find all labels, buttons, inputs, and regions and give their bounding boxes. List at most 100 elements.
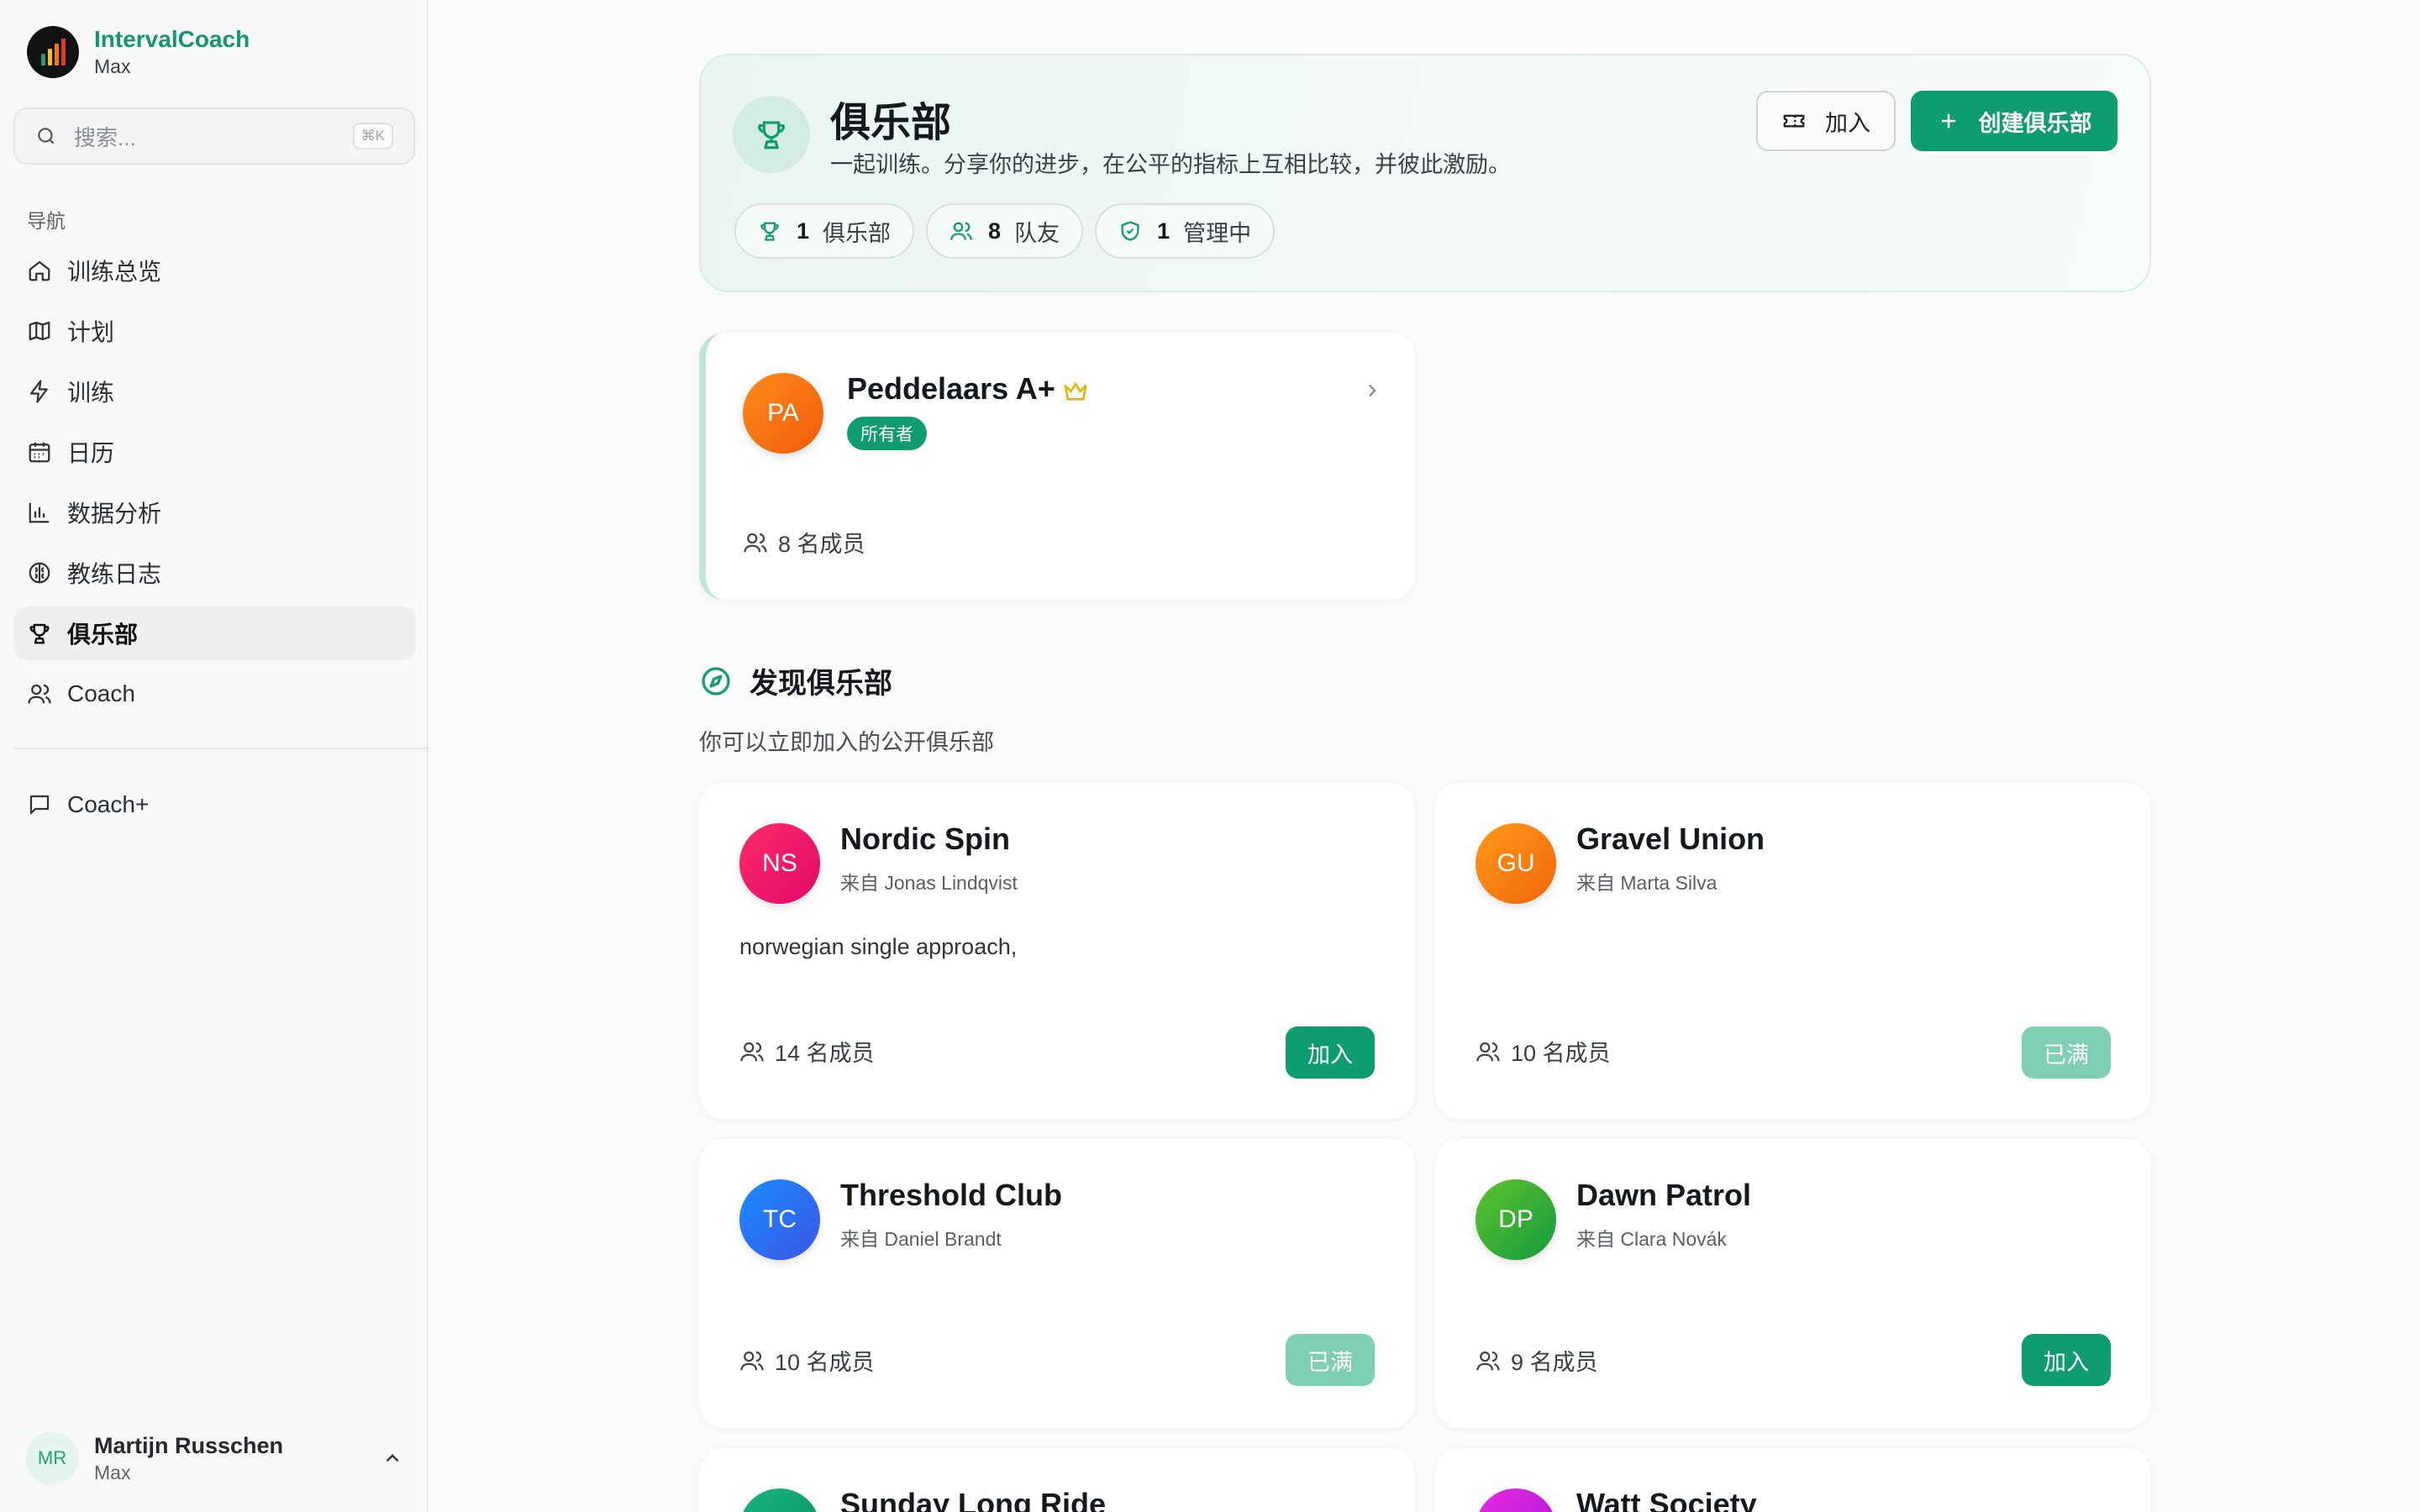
users-icon [1476, 1042, 1500, 1061]
page-title: 俱乐部 [830, 101, 952, 145]
my-club-card[interactable]: PA Peddelaars A+ 所有者 8 名成员 [699, 333, 1415, 600]
stats-row: 1 俱乐部 8 队友 1 管理中 [734, 203, 1276, 259]
member-count: 10 名成员 [1476, 1035, 1611, 1068]
sidebar-item-coach-plus[interactable]: Coach+ [13, 778, 415, 832]
stat-managing: 1 管理中 [1095, 203, 1276, 259]
users-icon [28, 684, 51, 704]
member-count: 10 名成员 [739, 1344, 875, 1377]
sidebar-item-coach[interactable]: Coach [13, 667, 415, 721]
section-title: 发现俱乐部 [750, 668, 892, 700]
compass-icon [702, 666, 730, 696]
stat-value: 8 [988, 218, 1002, 244]
stat-teammates: 8 队友 [926, 203, 1084, 259]
stat-clubs: 1 俱乐部 [734, 203, 915, 259]
club-name: Sunday Long Ride [840, 1487, 1107, 1512]
club-owner: 来自 Marta Silva [1576, 872, 1718, 894]
club-card[interactable]: TC Threshold Club 来自 Daniel Brandt 10 名成… [699, 1139, 1415, 1428]
stat-label: 队友 [1014, 220, 1060, 246]
trophy-icon [760, 222, 779, 241]
calendar-icon [29, 442, 50, 463]
sidebar-item-calendar[interactable]: 日历 [13, 425, 415, 479]
club-card[interactable]: GU Gravel Union 来自 Marta Silva 10 名成员 已满 [1435, 783, 2151, 1119]
sidebar-item-overview[interactable]: 训练总览 [13, 244, 415, 297]
section-subtitle: 你可以立即加入的公开俱乐部 [699, 730, 994, 755]
club-card[interactable]: NS Nordic Spin 来自 Jonas Lindqvist norweg… [699, 783, 1415, 1119]
member-count-label: 10 名成员 [1511, 1041, 1611, 1066]
join-label: 加入 [1825, 110, 1870, 136]
search-icon [38, 128, 55, 144]
bolt-icon [29, 380, 48, 403]
club-avatar: NS [739, 823, 820, 904]
sidebar-item-analytics[interactable]: 数据分析 [13, 486, 415, 539]
users-icon [744, 533, 767, 552]
users-icon [1476, 1351, 1500, 1370]
club-card[interactable]: DP Dawn Patrol 来自 Clara Novák 9 名成员 加入 [1435, 1139, 2151, 1428]
chevron-right-icon [1368, 384, 1376, 397]
member-count: 14 名成员 [739, 1035, 875, 1068]
user-plan: Max [94, 1462, 131, 1483]
member-count-label: 8 名成员 [778, 532, 865, 557]
club-description: norwegian single approach, [739, 934, 1018, 959]
join-button[interactable]: 加入 [1286, 1026, 1375, 1079]
search-shortcut: ⌘K [352, 123, 393, 150]
shield-icon [1121, 221, 1139, 241]
brand[interactable]: IntervalCoach Max [27, 25, 250, 79]
club-avatar: GU [1476, 823, 1556, 904]
trophy-icon [29, 623, 50, 644]
sidebar-item-label: 教练日志 [67, 561, 162, 587]
stat-value: 1 [1157, 218, 1171, 244]
stat-label: 俱乐部 [823, 220, 892, 246]
users-icon [950, 222, 972, 240]
sidebar-item-plan[interactable]: 计划 [13, 304, 415, 358]
create-club-button[interactable]: 创建俱乐部 [1911, 91, 2118, 151]
club-avatar: TC [739, 1179, 820, 1260]
brain-icon [29, 562, 50, 584]
sidebar-item-label: Coach+ [67, 791, 150, 817]
ticket-icon [1783, 114, 1805, 128]
app-name: IntervalCoach [94, 26, 250, 52]
home-icon [29, 260, 50, 281]
trophy-icon [733, 96, 810, 173]
full-button[interactable]: 已满 [1286, 1334, 1375, 1386]
create-label: 创建俱乐部 [1978, 110, 2092, 136]
club-name: Peddelaars A+ [847, 371, 1055, 406]
search-placeholder: 搜索... [74, 124, 136, 150]
club-card[interactable]: Sunday Long Ride [699, 1448, 1415, 1512]
sidebar-item-label: Coach [67, 680, 135, 706]
stat-label: 管理中 [1183, 220, 1252, 246]
member-count-label: 10 名成员 [775, 1350, 875, 1375]
discover-heading: 发现俱乐部 [699, 660, 892, 701]
club-avatar [739, 1488, 820, 1512]
club-avatar [1476, 1488, 1556, 1512]
nav-title: 导航 [27, 210, 66, 232]
join-button[interactable]: 加入 [2022, 1334, 2111, 1386]
sidebar-item-workouts[interactable]: 训练 [13, 365, 415, 418]
club-owner: 来自 Clara Novák [1576, 1228, 1727, 1250]
user-menu[interactable]: MR Martijn Russchen Max [25, 1428, 403, 1488]
club-name: Gravel Union [1576, 822, 1765, 856]
sidebar-item-label: 数据分析 [67, 501, 162, 527]
club-avatar: PA [743, 373, 823, 454]
app-plan: Max [94, 55, 131, 77]
search-input[interactable]: 搜索... ⌘K [13, 108, 415, 165]
sidebar-item-coach-log[interactable]: 教练日志 [13, 546, 415, 600]
club-name: Dawn Patrol [1576, 1178, 1752, 1212]
sidebar-item-label: 训练 [67, 380, 115, 406]
sidebar: IntervalCoach Max 搜索... ⌘K 导航 训练总览 计划 训练… [0, 0, 429, 1512]
sidebar-item-clubs[interactable]: 俱乐部 [13, 606, 415, 660]
secondary-nav: Coach+ [13, 778, 415, 838]
map-icon [29, 321, 50, 341]
main-nav: 训练总览 计划 训练 日历 数据分析 教练日志 俱乐部 Coach [13, 244, 415, 727]
club-owner: 来自 Daniel Brandt [840, 1228, 1002, 1250]
logo-icon [27, 26, 79, 78]
member-count-label: 14 名成员 [775, 1041, 875, 1066]
full-button[interactable]: 已满 [2022, 1026, 2111, 1079]
message-icon [29, 795, 50, 815]
club-name: Nordic Spin [840, 822, 1011, 856]
join-club-button[interactable]: 加入 [1756, 91, 1896, 151]
club-card[interactable]: Watt Society [1435, 1448, 2151, 1512]
member-count-label: 9 名成员 [1511, 1350, 1598, 1375]
crown-icon [1064, 382, 1087, 401]
clubs-header: 俱乐部 一起训练。分享你的进步，在公平的指标上互相比较，并彼此激励。 加入 创建… [699, 54, 2151, 292]
users-icon [740, 1351, 764, 1370]
